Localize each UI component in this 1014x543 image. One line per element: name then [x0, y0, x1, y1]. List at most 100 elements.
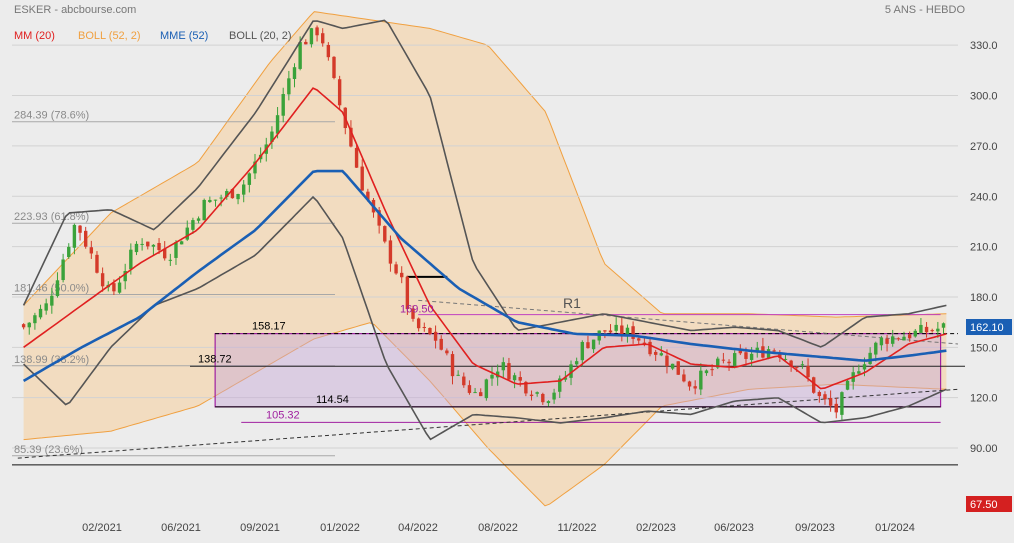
candle-body	[27, 322, 31, 328]
y-tick-label: 330.0	[970, 40, 998, 52]
candle-body	[845, 380, 850, 390]
x-tick-label: 02/2023	[636, 522, 676, 534]
candle-body	[456, 374, 460, 376]
candle-body	[191, 220, 195, 230]
candle-body	[772, 350, 776, 352]
candle-body	[704, 370, 709, 374]
candle-body	[174, 242, 178, 258]
candle-body	[21, 324, 26, 328]
candle-body	[840, 392, 844, 415]
candle-body	[112, 283, 116, 292]
candle-body	[450, 354, 455, 377]
candle-body	[67, 246, 71, 258]
candle-body	[732, 353, 737, 366]
candle-body	[433, 331, 438, 341]
candle-body	[823, 394, 827, 400]
candle-body	[535, 392, 539, 394]
candle-body	[219, 197, 223, 199]
legend-item: BOLL (52, 2)	[78, 30, 141, 42]
x-tick-label: 01/2022	[320, 522, 360, 534]
candle-body	[857, 371, 861, 374]
y-tick-label: 180.0	[970, 292, 998, 304]
x-tick-label: 09/2021	[240, 522, 280, 534]
annotation-label: 158.17	[252, 321, 286, 333]
x-tick-label: 02/2021	[82, 522, 122, 534]
chart-period: 5 ANS - HEBDO	[885, 4, 966, 16]
candle-body	[321, 33, 325, 44]
fibonacci-label: 284.39 (78.6%)	[14, 110, 89, 122]
candle-body	[33, 315, 37, 324]
candle-body	[890, 336, 895, 344]
y-tick-label: 270.0	[970, 141, 998, 153]
y-tick-label: 150.0	[970, 342, 998, 354]
candle-body	[744, 352, 748, 359]
candle-body	[693, 386, 697, 389]
last-price-label: 162.10	[970, 322, 1004, 334]
candle-body	[72, 224, 77, 248]
legend-item: BOLL (20, 2)	[229, 30, 292, 42]
candle-body	[400, 272, 404, 278]
candle-body	[38, 308, 43, 318]
candle-body	[591, 339, 596, 350]
candle-body	[648, 341, 652, 355]
candle-body	[140, 243, 144, 245]
candle-body	[50, 295, 54, 306]
candle-body	[874, 342, 878, 355]
candle-body	[541, 393, 545, 403]
candle-body	[394, 264, 398, 274]
candle-body	[919, 324, 923, 333]
candle-body	[484, 379, 489, 399]
annotation-label: 114.54	[316, 394, 349, 406]
candle-body	[885, 338, 889, 344]
candle-body	[388, 240, 393, 264]
candle-body	[941, 323, 946, 328]
candle-body	[117, 282, 122, 293]
bollinger-bands-layer	[23, 11, 947, 507]
candle-body	[298, 42, 302, 69]
candle-body	[479, 392, 483, 397]
candle-body	[817, 391, 822, 397]
annotation-label: R1	[563, 295, 581, 311]
candle-body	[795, 366, 799, 368]
candle-body	[721, 359, 726, 361]
candle-body	[445, 350, 449, 354]
candle-body	[586, 342, 590, 349]
candle-body	[862, 364, 867, 370]
candle-body	[665, 355, 669, 367]
candle-body	[89, 247, 94, 254]
candle-body	[936, 328, 940, 332]
candle-body	[247, 173, 252, 185]
candle-body	[202, 199, 206, 221]
candle-body	[309, 28, 314, 45]
annotation-label: 169.50	[400, 304, 434, 316]
price-chart: 284.39 (78.6%)223.93 (61.8%)181.46 (50.0…	[12, 4, 1012, 534]
candle-body	[902, 336, 906, 341]
candle-body	[242, 184, 246, 195]
candle-body	[95, 254, 99, 273]
annotation-label: 105.32	[266, 409, 300, 421]
candle-body	[834, 403, 838, 413]
candle-body	[337, 79, 342, 106]
candle-body	[179, 241, 184, 245]
x-tick-label: 06/2021	[161, 522, 201, 534]
legend-item: MME (52)	[160, 30, 208, 42]
candle-body	[326, 44, 331, 58]
candle-body	[275, 115, 280, 134]
chart-title: ESKER - abcbourse.com	[14, 4, 136, 16]
candle-body	[208, 199, 212, 203]
candle-body	[44, 303, 48, 311]
candle-body	[518, 377, 522, 381]
y-tick-label: 120.0	[970, 393, 998, 405]
candle-body	[467, 385, 472, 393]
x-tick-label: 09/2023	[795, 522, 835, 534]
candle-body	[637, 338, 641, 341]
candle-body	[304, 41, 308, 45]
fibonacci-label: 223.93 (61.8%)	[14, 211, 89, 223]
candle-body	[806, 366, 810, 378]
candle-body	[800, 364, 805, 366]
candle-body	[83, 230, 88, 247]
candle-body	[574, 361, 579, 365]
candle-body	[236, 194, 240, 200]
candle-body	[653, 351, 658, 355]
candle-body	[422, 327, 426, 329]
